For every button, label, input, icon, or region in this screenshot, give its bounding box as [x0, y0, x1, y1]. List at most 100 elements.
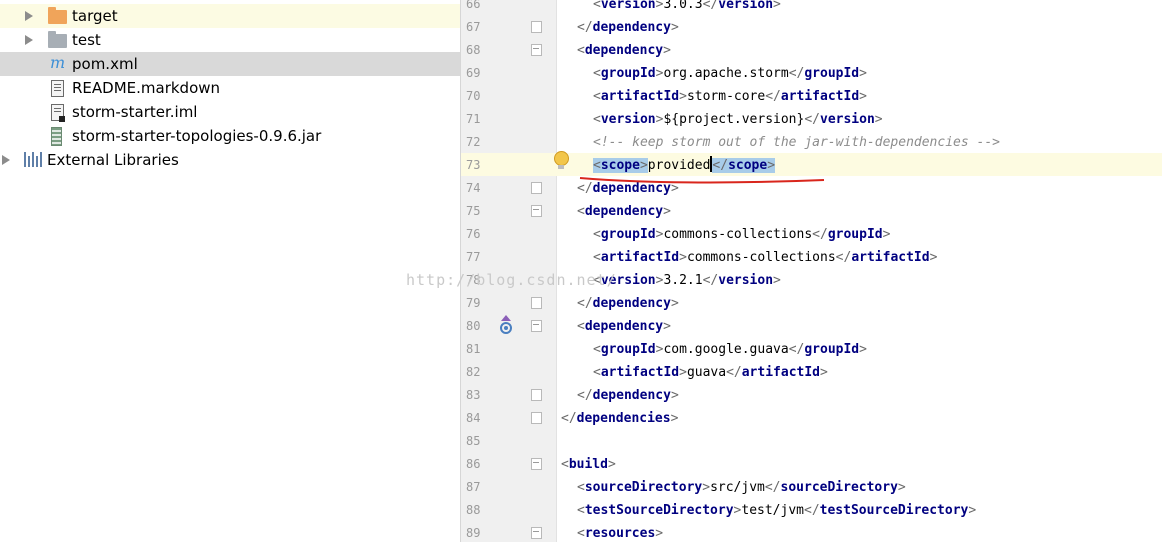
tree-item-pom-xml[interactable]: m pom.xml — [0, 52, 460, 76]
fold-marker-icon[interactable] — [531, 44, 542, 56]
tag-name: artifactId — [851, 250, 930, 265]
tag-name: testSourceDirectory — [584, 503, 734, 518]
tree-item-test[interactable]: test — [0, 28, 460, 52]
tree-item-external-libraries[interactable]: External Libraries — [0, 148, 460, 172]
code-line[interactable]: <groupId>com.google.guava</groupId> — [593, 338, 867, 361]
line-number: 76 — [466, 227, 481, 241]
line-number: 72 — [466, 135, 481, 149]
tag-bracket: </ — [561, 411, 577, 426]
line-number: 79 — [466, 296, 481, 310]
tree-item-iml[interactable]: storm-starter.iml — [0, 100, 460, 124]
element-value: commons-collections — [663, 227, 813, 242]
code-line[interactable]: <version>3.0.3</version> — [593, 0, 781, 16]
selection-highlight: <scope> — [593, 158, 648, 173]
tag-bracket: > — [773, 0, 781, 12]
tag-bracket: </ — [812, 227, 828, 242]
jar-icon — [51, 127, 62, 146]
code-line[interactable]: <sourceDirectory>src/jvm</sourceDirector… — [577, 476, 906, 499]
tag-bracket: </ — [577, 388, 593, 403]
tag-bracket: > — [874, 112, 883, 127]
tag-name: artifactId — [600, 250, 680, 265]
libraries-icon — [24, 152, 42, 167]
code-line[interactable]: <artifactId>guava</artifactId> — [593, 361, 828, 384]
code-line[interactable]: <build> — [561, 453, 616, 476]
red-annotation-underline — [579, 177, 825, 184]
code-line[interactable]: <groupId>commons-collections</groupId> — [593, 223, 890, 246]
code-line[interactable]: <!-- keep storm out of the jar-with-depe… — [593, 131, 1000, 154]
tag-bracket: </ — [577, 296, 593, 311]
fold-marker-icon[interactable] — [531, 389, 542, 401]
fold-marker-icon[interactable] — [531, 297, 542, 309]
expand-arrow-icon[interactable] — [25, 35, 33, 45]
tag-name: dependency — [584, 204, 664, 219]
line-number: 69 — [466, 66, 481, 80]
tag-name: version — [600, 112, 656, 127]
tag-bracket: > — [639, 158, 648, 173]
code-line[interactable]: <artifactId>commons-collections</artifac… — [593, 246, 937, 269]
tag-name: dependency — [592, 388, 671, 403]
line-number: 80 — [466, 319, 481, 333]
tag-name: groupId — [600, 227, 656, 242]
watermark: http://blog.csdn.net/ — [406, 271, 617, 289]
tree-item-label: storm-starter.iml — [72, 103, 198, 121]
fold-marker-icon[interactable] — [531, 320, 542, 332]
tree-item-readme[interactable]: README.markdown — [0, 76, 460, 100]
tag-bracket: > — [897, 480, 906, 495]
folder-orange-icon — [48, 7, 67, 24]
tag-bracket: < — [577, 319, 585, 334]
tag-bracket: > — [767, 158, 776, 173]
line-number: 73 — [466, 158, 481, 172]
tree-item-label: pom.xml — [72, 55, 138, 73]
code-line[interactable]: <dependency> — [577, 315, 671, 338]
code-line[interactable]: </dependency> — [577, 16, 679, 39]
tag-bracket: </ — [726, 365, 742, 380]
code-line[interactable]: <groupId>org.apache.storm</groupId> — [593, 62, 867, 85]
code-line[interactable]: </dependency> — [577, 384, 679, 407]
fold-marker-icon[interactable] — [531, 205, 542, 217]
fold-marker-icon[interactable] — [531, 412, 542, 424]
expand-arrow-icon[interactable] — [2, 155, 10, 165]
line-number: 75 — [466, 204, 481, 218]
code-line[interactable]: </dependency> — [577, 292, 679, 315]
tree-item-target[interactable]: target — [0, 4, 460, 28]
tag-bracket: > — [882, 227, 891, 242]
tag-bracket: </ — [577, 20, 593, 35]
code-line[interactable]: <dependency> — [577, 39, 671, 62]
tag-name: sourceDirectory — [584, 480, 703, 495]
tag-bracket: </ — [788, 66, 805, 81]
code-line[interactable]: <version>3.2.1</version> — [593, 269, 781, 292]
tag-bracket: > — [820, 365, 828, 380]
code-line[interactable]: <artifactId>storm-core</artifactId> — [593, 85, 867, 108]
tag-bracket: < — [577, 526, 585, 541]
fold-marker-icon[interactable] — [531, 182, 542, 194]
selection-highlight: </scope> — [712, 158, 776, 173]
fold-marker-icon[interactable] — [531, 21, 542, 33]
tag-name: groupId — [600, 66, 656, 81]
fold-marker-icon[interactable] — [531, 527, 542, 539]
code-line[interactable]: <version>${project.version}</version> — [593, 108, 883, 131]
code-line[interactable]: <testSourceDirectory>test/jvm</testSourc… — [577, 499, 976, 522]
tree-item-label: storm-starter-topologies-0.9.6.jar — [72, 127, 322, 145]
tag-bracket: > — [670, 388, 679, 403]
tag-bracket: </ — [788, 342, 805, 357]
tag-bracket: > — [663, 319, 671, 334]
tag-bracket: > — [663, 204, 671, 219]
line-number: 85 — [466, 434, 481, 448]
expand-arrow-icon[interactable] — [25, 11, 33, 21]
tree-item-jar[interactable]: storm-starter-topologies-0.9.6.jar — [0, 124, 460, 148]
tag-bracket: < — [593, 342, 601, 357]
element-value: test/jvm — [741, 503, 804, 518]
tag-name: dependency — [592, 296, 671, 311]
tag-name: dependency — [584, 319, 664, 334]
code-line[interactable]: <dependency> — [577, 200, 671, 223]
lightbulb-icon[interactable] — [554, 151, 569, 169]
tag-bracket: </ — [702, 0, 719, 12]
tag-bracket: < — [593, 250, 601, 265]
tag-bracket: </ — [804, 503, 820, 518]
fold-marker-icon[interactable] — [531, 458, 542, 470]
tag-name: artifactId — [600, 89, 680, 104]
code-line[interactable]: </dependencies> — [561, 407, 678, 430]
implemented-up-arrow-icon[interactable] — [499, 315, 513, 335]
tag-name: version — [718, 0, 774, 12]
tag-bracket: > — [670, 20, 679, 35]
